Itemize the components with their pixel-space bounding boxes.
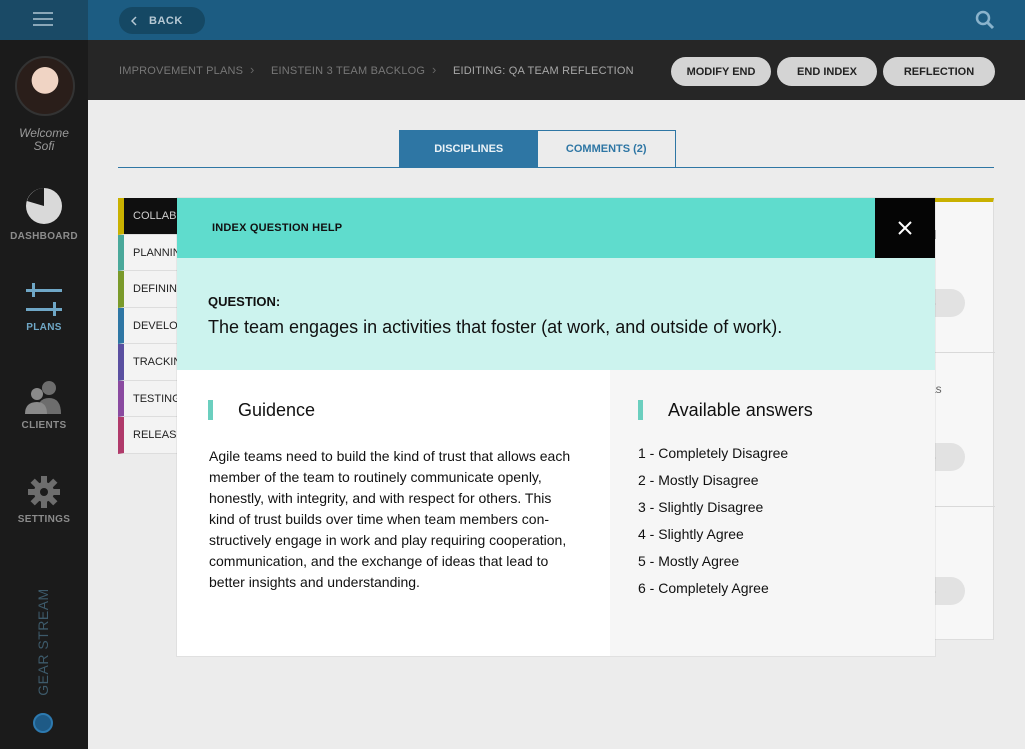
answer-list: 1 - Completely Disagree 2 - Mostly Disag…	[638, 444, 788, 606]
brand: GEAR STREAM	[30, 588, 56, 700]
breadcrumb-item[interactable]: IMPROVEMENT PLANS	[119, 65, 243, 77]
users-icon	[25, 381, 61, 414]
close-button[interactable]	[875, 198, 935, 258]
discipline-item[interactable]: RELEAS	[118, 417, 183, 454]
tab-bar: DISCIPLINES COMMENTS (2)	[399, 130, 676, 168]
nav-settings[interactable]: SETTINGS	[0, 476, 88, 525]
chevron-right-icon: ›	[432, 62, 437, 77]
guidance-line: member of the team to routinely communic…	[209, 469, 542, 485]
guidance-text: Agile teams need to build the kind of tr…	[209, 446, 579, 593]
answer-item: 1 - Completely Disagree	[638, 445, 789, 461]
question-block: QUESTION: The team engages in activities…	[177, 258, 935, 370]
question-text: The team engages in activities that fost…	[208, 317, 783, 337]
discipline-item[interactable]: COLLAB	[118, 198, 183, 235]
tab-divider	[118, 167, 994, 168]
user-name: Sofi	[33, 139, 55, 153]
end-index-button[interactable]: END INDEX	[777, 57, 877, 86]
discipline-item[interactable]: DEFININ	[118, 271, 183, 308]
brand-name: GEAR STREAM	[35, 588, 51, 696]
answer-item: 5 - Mostly Agree	[638, 553, 740, 569]
discipline-item[interactable]: TESTING	[118, 380, 183, 417]
search-icon[interactable]	[975, 10, 995, 30]
guidance-line: kind of trust builds over time when team…	[209, 511, 550, 527]
discipline-item[interactable]: TRACKIN	[118, 344, 183, 381]
sliders-icon	[26, 283, 62, 316]
nav-label: DASHBOARD	[10, 231, 78, 242]
back-label: BACK	[149, 14, 183, 27]
nav-label: SETTINGS	[17, 514, 71, 525]
breadcrumb-bar: IMPROVEMENT PLANS › EINSTEIN 3 TEAM BACK…	[88, 40, 1025, 100]
chevron-right-icon: ›	[250, 62, 255, 77]
menu-button[interactable]	[0, 0, 88, 40]
brand-logo-icon	[33, 713, 53, 733]
reflection-button[interactable]: REFLECTION	[883, 57, 995, 86]
modal-header: INDEX QUESTION HELP	[177, 198, 875, 258]
nav-label: CLIENTS	[21, 420, 67, 431]
sidebar: Welcome Sofi DASHBOARD PLANS CLIENTS SET…	[0, 0, 88, 749]
guidance-line: Agile teams need to build the kind of tr…	[209, 448, 571, 464]
question-label: QUESTION:	[208, 294, 281, 309]
answer-item: 3 - Slightly Disagree	[638, 499, 764, 515]
top-bar: BACK	[88, 0, 1025, 40]
gear-icon	[28, 476, 60, 508]
guidance-line: honestly, with integrity, and with respe…	[209, 490, 552, 506]
close-icon	[898, 221, 912, 235]
pie-chart-icon	[26, 188, 62, 224]
avatar[interactable]	[15, 56, 75, 116]
nav-clients[interactable]: CLIENTS	[0, 380, 88, 431]
modify-end-button[interactable]: MODIFY END	[671, 57, 771, 86]
answer-item: 2 - Mostly Disagree	[638, 472, 759, 488]
discipline-item[interactable]: DEVELO	[118, 307, 183, 344]
modal-title: INDEX QUESTION HELP	[212, 222, 343, 234]
nav-label: PLANS	[26, 322, 62, 333]
guidance-section: Guidence Agile teams need to build the k…	[177, 370, 610, 656]
index-question-help-modal: INDEX QUESTION HELP QUESTION: The team e…	[177, 198, 935, 656]
tab-disciplines[interactable]: DISCIPLINES	[400, 131, 538, 167]
answers-title: Available answers	[638, 400, 813, 420]
discipline-item[interactable]: PLANNIN	[118, 234, 183, 271]
discipline-list: COLLAB PLANNIN DEFININ DEVELO TRACKIN TE…	[118, 198, 183, 454]
breadcrumb-current: EIDITING: QA TEAM REFLECTION	[453, 65, 634, 77]
nav-plans[interactable]: PLANS	[0, 282, 88, 333]
answer-item: 6 - Completely Agree	[638, 580, 769, 596]
breadcrumb-item[interactable]: EINSTEIN 3 TEAM BACKLOG	[271, 65, 425, 77]
nav-dashboard[interactable]: DASHBOARD	[0, 187, 88, 242]
guidance-line: structively engage in work and play requ…	[209, 532, 567, 548]
answer-item: 4 - Slightly Agree	[638, 526, 744, 542]
guidance-line: communication, and the exchange of ideas…	[209, 553, 549, 569]
chevron-left-icon	[131, 15, 137, 26]
hamburger-icon	[33, 12, 53, 26]
back-button[interactable]: BACK	[119, 7, 205, 34]
answers-section: Available answers 1 - Completely Disagre…	[610, 370, 935, 656]
tab-comments[interactable]: COMMENTS (2)	[538, 131, 676, 167]
guidance-line: better insights and understanding.	[209, 574, 420, 590]
guidance-title: Guidence	[208, 400, 315, 420]
